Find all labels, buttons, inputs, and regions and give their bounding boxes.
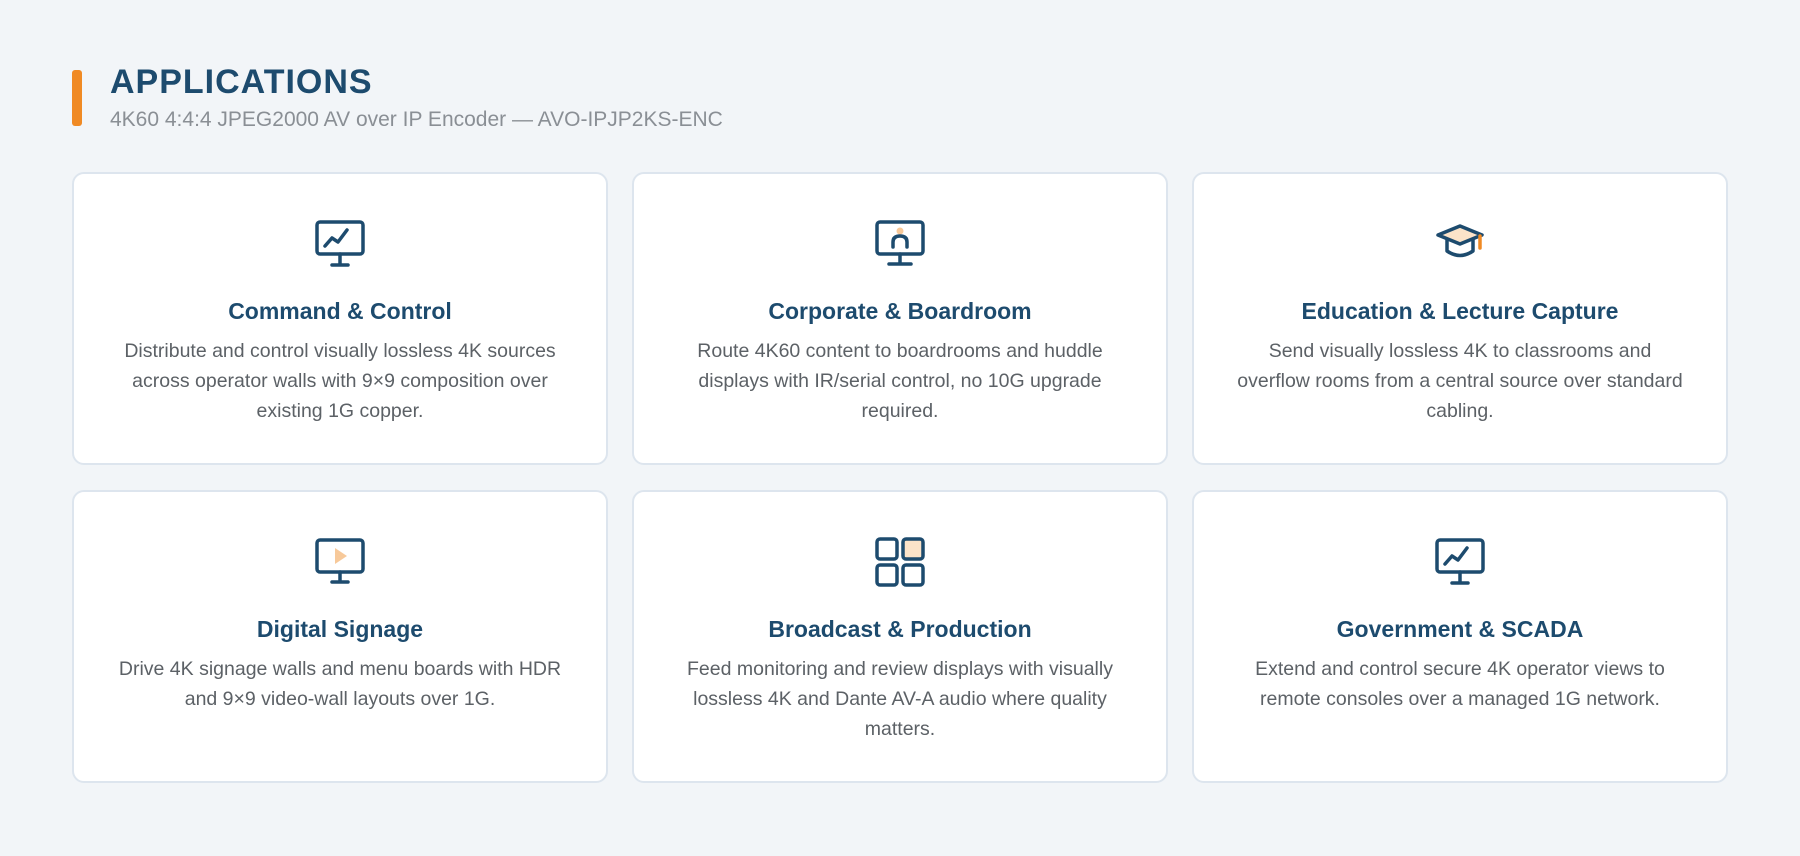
card-description: Distribute and control visually lossless… <box>124 340 556 422</box>
header-text: APPLICATIONS 4K60 4:4:4 JPEG2000 AV over… <box>110 62 723 134</box>
applications-page: APPLICATIONS 4K60 4:4:4 JPEG2000 AV over… <box>0 0 1800 856</box>
monitor-presenter-icon <box>670 218 1130 270</box>
application-card[interactable]: Government & SCADA Extend and control se… <box>1192 490 1728 783</box>
application-card[interactable]: Command & Control Distribute and control… <box>72 172 608 465</box>
monitor-chart-icon <box>1230 536 1690 588</box>
monitor-play-icon <box>110 536 570 588</box>
card-description: Route 4K60 content to boardrooms and hud… <box>697 340 1103 422</box>
application-card[interactable]: Corporate & Boardroom Route 4K60 content… <box>632 172 1168 465</box>
card-title: Command & Control <box>228 298 452 324</box>
card-title: Government & SCADA <box>1336 616 1584 642</box>
card-title: Digital Signage <box>256 616 424 642</box>
accent-bar <box>72 70 82 126</box>
grid-icon <box>670 536 1130 588</box>
card-title: Education & Lecture Capture <box>1301 298 1619 324</box>
page-title: APPLICATIONS <box>110 63 373 101</box>
card-description: Send visually lossless 4K to classrooms … <box>1237 340 1683 422</box>
monitor-chart-icon <box>110 218 570 270</box>
card-title: Corporate & Boardroom <box>768 298 1032 324</box>
card-description: Drive 4K signage walls and menu boards w… <box>118 658 562 710</box>
card-title: Broadcast & Production <box>768 616 1032 642</box>
card-description: Feed monitoring and review displays with… <box>687 658 1113 740</box>
section-header: APPLICATIONS 4K60 4:4:4 JPEG2000 AV over… <box>72 62 723 134</box>
applications-grid: Command & Control Distribute and control… <box>72 172 1728 783</box>
application-card[interactable]: Education & Lecture Capture Send visuall… <box>1192 172 1728 465</box>
application-card[interactable]: Broadcast & Production Feed monitoring a… <box>632 490 1168 783</box>
page-subtitle: 4K60 4:4:4 JPEG2000 AV over IP Encoder —… <box>110 108 723 131</box>
graduation-cap-icon <box>1230 218 1690 270</box>
application-card[interactable]: Digital Signage Drive 4K signage walls a… <box>72 490 608 783</box>
card-description: Extend and control secure 4K operator vi… <box>1255 658 1665 710</box>
